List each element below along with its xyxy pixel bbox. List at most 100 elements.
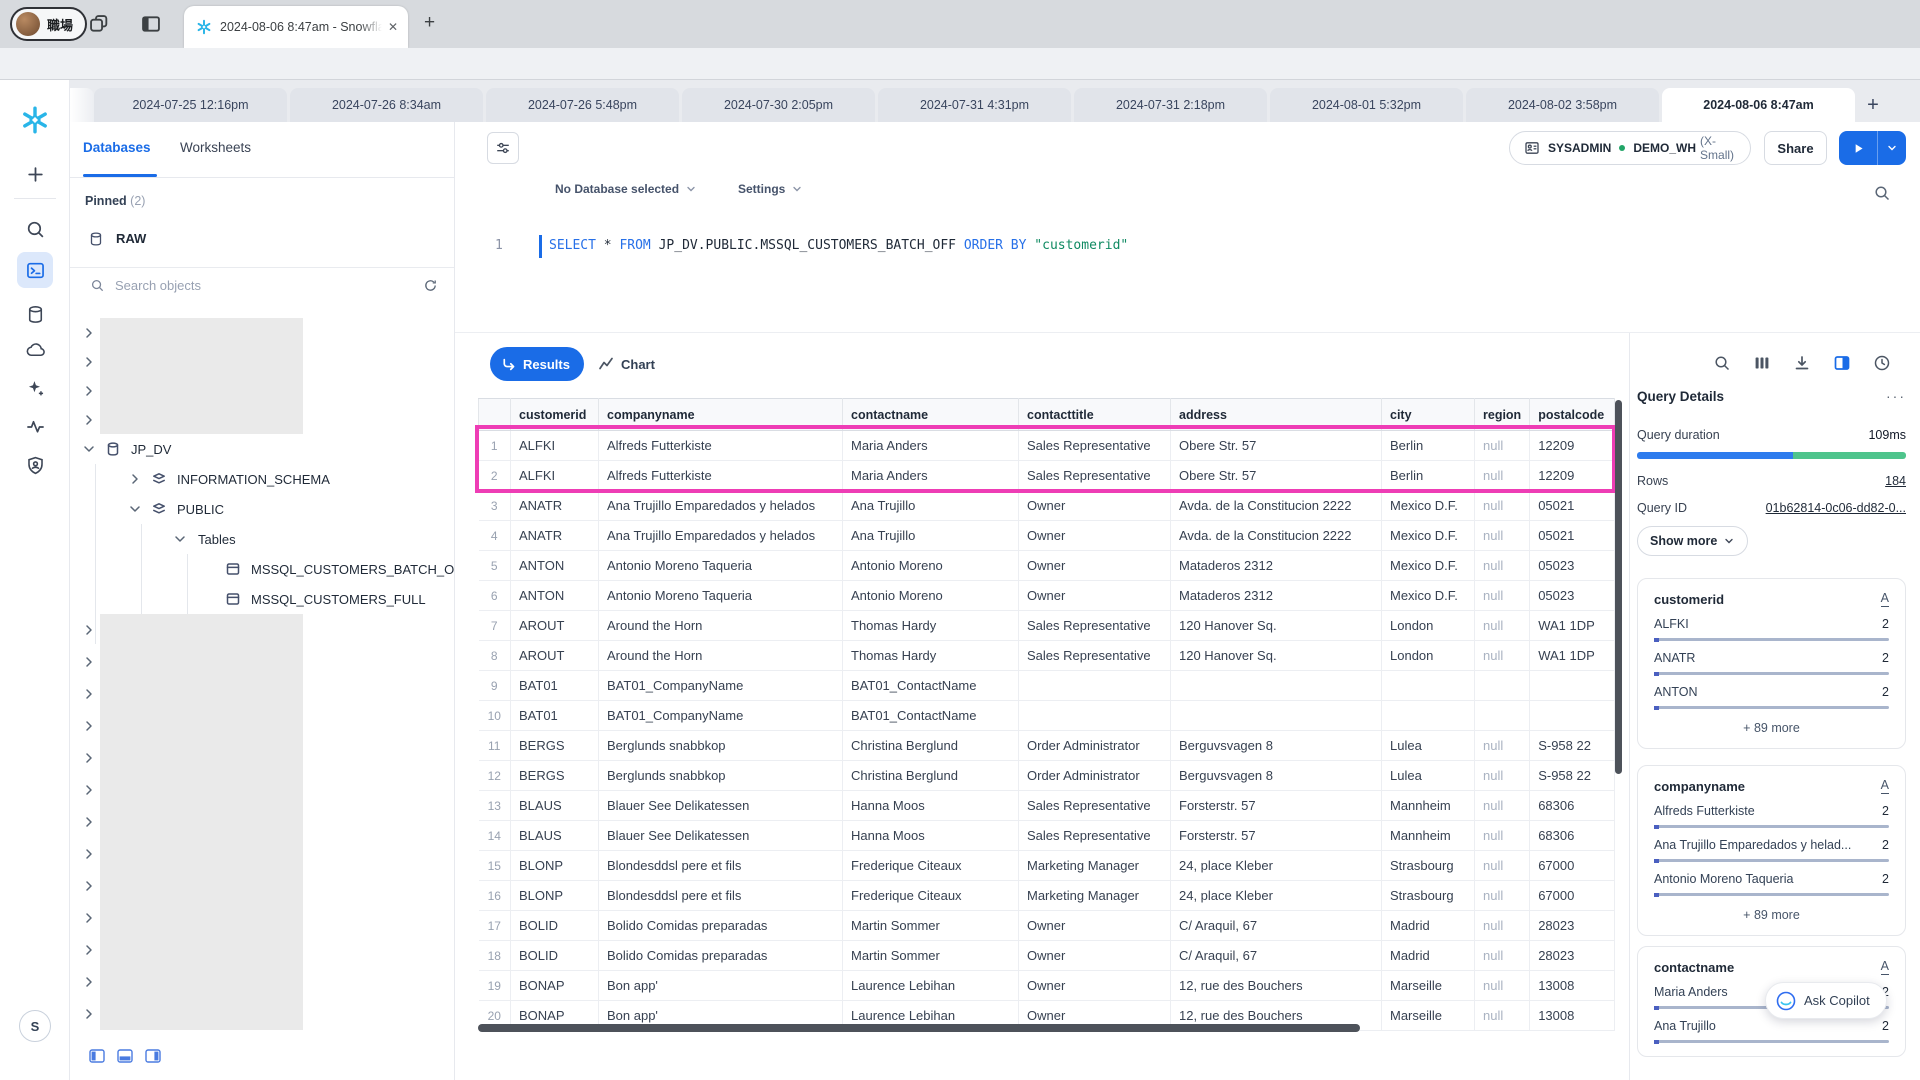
cell[interactable]: 13008: [1530, 971, 1615, 1001]
cell[interactable]: [1382, 671, 1475, 701]
tree-item-collapsed[interactable]: [70, 405, 454, 434]
workspaces-icon[interactable]: [88, 13, 110, 35]
cell[interactable]: ANATR: [511, 521, 599, 551]
cell[interactable]: 12, rue des Bouchers: [1171, 971, 1382, 1001]
cell[interactable]: null: [1475, 611, 1530, 641]
cell[interactable]: Blauer See Delikatessen: [599, 791, 843, 821]
cell[interactable]: Strasbourg: [1382, 851, 1475, 881]
cell[interactable]: null: [1475, 731, 1530, 761]
cell[interactable]: Mannheim: [1382, 821, 1475, 851]
worksheet-tab[interactable]: 2024-07-31 4:31pm: [878, 88, 1071, 122]
user-avatar[interactable]: S: [19, 1010, 51, 1042]
cell[interactable]: Ana Trujillo Emparedados y helados: [599, 491, 843, 521]
cell[interactable]: [1475, 701, 1530, 731]
worksheet-tab[interactable]: 2024-08-02 3:58pm: [1466, 88, 1659, 122]
cell[interactable]: Berglunds snabbkop: [599, 731, 843, 761]
browser-tab[interactable]: 2024-08-06 8:47am - Snowfla ✕: [184, 6, 408, 48]
row-number-header[interactable]: [479, 399, 511, 431]
cell[interactable]: Madrid: [1382, 941, 1475, 971]
cell[interactable]: BLAUS: [511, 821, 599, 851]
cell[interactable]: London: [1382, 611, 1475, 641]
settings-selector[interactable]: Settings: [738, 182, 803, 196]
search-nav-icon[interactable]: [17, 211, 53, 247]
row-number[interactable]: 19: [479, 971, 511, 1001]
tree-item-tables[interactable]: Tables: [70, 524, 454, 554]
query-id-link[interactable]: 01b62814-0c06-dd82-0...: [1766, 501, 1906, 515]
cell[interactable]: Avda. de la Constitucion 2222: [1171, 521, 1382, 551]
snowflake-logo[interactable]: [17, 102, 53, 138]
cell[interactable]: Mataderos 2312: [1171, 551, 1382, 581]
cell[interactable]: BLONP: [511, 881, 599, 911]
table-row[interactable]: 18BOLIDBolido Comidas preparadasMartin S…: [479, 941, 1615, 971]
cell[interactable]: Martin Sommer: [843, 941, 1019, 971]
cell[interactable]: 05023: [1530, 551, 1615, 581]
stat-item[interactable]: Ana Trujillo2: [1654, 1019, 1889, 1043]
row-number[interactable]: 18: [479, 941, 511, 971]
cell[interactable]: Sales Representative: [1019, 821, 1171, 851]
tree-item-collapsed[interactable]: [70, 347, 454, 376]
cell[interactable]: BERGS: [511, 761, 599, 791]
cell[interactable]: AROUT: [511, 611, 599, 641]
cell[interactable]: Ana Trujillo Emparedados y helados: [599, 521, 843, 551]
run-button[interactable]: [1839, 131, 1878, 165]
tree-item-collapsed[interactable]: [70, 806, 454, 838]
row-number[interactable]: 1: [479, 431, 511, 461]
worksheet-tab[interactable]: 2024-08-01 5:32pm: [1270, 88, 1463, 122]
cell[interactable]: Owner: [1019, 971, 1171, 1001]
tree-item-collapsed[interactable]: [70, 742, 454, 774]
cell[interactable]: Berguvsvagen 8: [1171, 761, 1382, 791]
row-number[interactable]: 13: [479, 791, 511, 821]
cell[interactable]: Owner: [1019, 521, 1171, 551]
rows-count-link[interactable]: 184: [1885, 474, 1906, 488]
column-header-companyname[interactable]: companyname: [599, 399, 843, 431]
cell[interactable]: Owner: [1019, 941, 1171, 971]
cell[interactable]: Avda. de la Constitucion 2222: [1171, 491, 1382, 521]
cell[interactable]: AROUT: [511, 641, 599, 671]
context-pill[interactable]: SYSADMIN DEMO_WH (X-Small): [1509, 131, 1751, 165]
cell[interactable]: BAT01: [511, 701, 599, 731]
tree-item-public[interactable]: PUBLIC: [70, 494, 454, 524]
column-header-city[interactable]: city: [1382, 399, 1475, 431]
cell[interactable]: Hanna Moos: [843, 821, 1019, 851]
data-products-nav-icon[interactable]: [17, 332, 53, 368]
tree-item-collapsed[interactable]: [70, 376, 454, 405]
cell[interactable]: Owner: [1019, 491, 1171, 521]
column-type-icon[interactable]: A: [1881, 592, 1889, 607]
cell[interactable]: Sales Representative: [1019, 611, 1171, 641]
cell[interactable]: Maria Anders: [843, 431, 1019, 461]
cell[interactable]: [1382, 701, 1475, 731]
cell[interactable]: null: [1475, 1001, 1530, 1031]
tree-item-collapsed[interactable]: [70, 838, 454, 870]
cell[interactable]: Alfreds Futterkiste: [599, 431, 843, 461]
cell[interactable]: [1530, 701, 1615, 731]
cell[interactable]: Frederique Citeaux: [843, 851, 1019, 881]
cell[interactable]: C/ Araquil, 67: [1171, 911, 1382, 941]
cell[interactable]: Mexico D.F.: [1382, 581, 1475, 611]
cell[interactable]: Mexico D.F.: [1382, 491, 1475, 521]
query-details-menu[interactable]: ···: [1886, 388, 1906, 404]
column-header-contactname[interactable]: contactname: [843, 399, 1019, 431]
tree-item-collapsed[interactable]: [70, 902, 454, 934]
cell[interactable]: Bolido Comidas preparadas: [599, 941, 843, 971]
share-button[interactable]: Share: [1764, 131, 1827, 165]
row-number[interactable]: 15: [479, 851, 511, 881]
worksheet-tab[interactable]: 2024-07-30 2:05pm: [682, 88, 875, 122]
tree-item-collapsed[interactable]: [70, 710, 454, 742]
cell[interactable]: S-958 22: [1530, 731, 1615, 761]
cell[interactable]: Around the Horn: [599, 641, 843, 671]
cell[interactable]: Ana Trujillo: [843, 491, 1019, 521]
row-number[interactable]: 6: [479, 581, 511, 611]
cell[interactable]: Antonio Moreno: [843, 551, 1019, 581]
tree-item-jp_dv[interactable]: JP_DV: [70, 434, 454, 464]
cell[interactable]: Berlin: [1382, 431, 1475, 461]
cell[interactable]: WA1 1DP: [1530, 641, 1615, 671]
history-icon[interactable]: [1873, 354, 1891, 372]
column-header-customerid[interactable]: customerid: [511, 399, 599, 431]
cell[interactable]: null: [1475, 581, 1530, 611]
cell[interactable]: null: [1475, 791, 1530, 821]
stat-item[interactable]: Antonio Moreno Taqueria2: [1654, 872, 1889, 896]
cell[interactable]: 13008: [1530, 1001, 1615, 1031]
cell[interactable]: BOLID: [511, 911, 599, 941]
cell[interactable]: Owner: [1019, 911, 1171, 941]
cell[interactable]: Antonio Moreno Taqueria: [599, 551, 843, 581]
